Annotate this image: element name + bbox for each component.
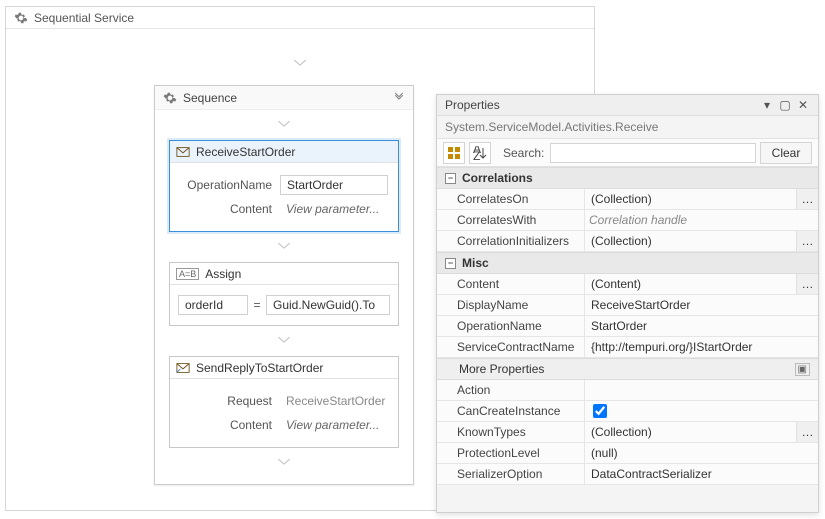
equals-label: = bbox=[248, 298, 266, 312]
ellipsis-button[interactable]: … bbox=[796, 422, 818, 442]
properties-title: Properties bbox=[445, 98, 756, 112]
drop-indicator-icon bbox=[276, 334, 292, 348]
category-more-properties[interactable]: More Properties ▣ bbox=[437, 358, 818, 380]
collapse-icon[interactable] bbox=[393, 90, 405, 105]
assign-icon: A=B bbox=[176, 268, 199, 280]
cancreateinstance-checkbox[interactable] bbox=[593, 404, 607, 418]
prop-row-correlateson: CorrelatesOn… bbox=[437, 189, 818, 210]
prop-row-protectionlevel: ProtectionLevel bbox=[437, 443, 818, 464]
prop-value-input[interactable] bbox=[589, 337, 814, 357]
assign-lhs-input[interactable]: orderId bbox=[178, 295, 248, 315]
prop-row-operationname: OperationName bbox=[437, 316, 818, 337]
prop-placeholder[interactable]: Correlation handle bbox=[589, 213, 687, 227]
sendreply-title: SendReplyToStartOrder bbox=[196, 361, 323, 375]
drop-indicator-icon bbox=[276, 240, 292, 254]
properties-toolbar: AZ Search: Clear bbox=[437, 139, 818, 167]
assign-header[interactable]: A=B Assign bbox=[170, 263, 398, 285]
prop-row-correlateswith: CorrelatesWithCorrelation handle bbox=[437, 210, 818, 231]
prop-value-input[interactable] bbox=[589, 295, 814, 315]
assign-activity[interactable]: A=B Assign orderId = Guid.NewGuid().To bbox=[169, 262, 399, 326]
assign-rhs-input[interactable]: Guid.NewGuid().To bbox=[266, 295, 390, 315]
content-label: Content bbox=[180, 202, 280, 216]
gear-icon bbox=[14, 11, 28, 25]
clear-button[interactable]: Clear bbox=[760, 142, 812, 164]
prop-row-serializeroption: SerializerOption bbox=[437, 464, 818, 485]
ellipsis-button[interactable]: … bbox=[796, 189, 818, 209]
content-label: Content bbox=[180, 418, 280, 432]
collapse-icon[interactable]: − bbox=[445, 173, 456, 184]
request-label: Request bbox=[180, 394, 280, 408]
sendreply-activity[interactable]: SendReplyToStartOrder Request ReceiveSta… bbox=[169, 356, 399, 448]
sequence-header[interactable]: Sequence bbox=[155, 86, 413, 110]
sequence-title: Sequence bbox=[183, 91, 393, 105]
drop-indicator-icon bbox=[276, 456, 292, 470]
sequence-activity[interactable]: Sequence ReceiveStartOrder Ope bbox=[154, 85, 414, 485]
prop-row-action: Action bbox=[437, 380, 818, 401]
dropdown-icon[interactable]: ▾ bbox=[760, 98, 774, 112]
receive-activity[interactable]: ReceiveStartOrder OperationName StartOrd… bbox=[169, 140, 399, 232]
sequential-service-header: Sequential Service bbox=[6, 7, 594, 29]
envelope-icon bbox=[176, 145, 190, 159]
maximize-icon[interactable]: ▢ bbox=[778, 98, 792, 112]
prop-value-input[interactable] bbox=[589, 316, 814, 336]
expand-more-icon[interactable]: ▣ bbox=[795, 363, 810, 376]
search-label: Search: bbox=[503, 146, 544, 160]
receive-header[interactable]: ReceiveStartOrder bbox=[170, 141, 398, 163]
search-input[interactable] bbox=[550, 143, 756, 163]
prop-row-content: Content… bbox=[437, 274, 818, 295]
collapse-icon[interactable]: − bbox=[445, 258, 456, 269]
prop-row-servicecontractname: ServiceContractName bbox=[437, 337, 818, 358]
close-icon[interactable]: ✕ bbox=[796, 98, 810, 112]
svg-text:Z: Z bbox=[473, 149, 480, 160]
operationname-label: OperationName bbox=[180, 178, 280, 192]
prop-value-input[interactable] bbox=[589, 189, 792, 209]
properties-panel: Properties ▾ ▢ ✕ System.ServiceModel.Act… bbox=[436, 94, 819, 513]
prop-value-input[interactable] bbox=[589, 443, 814, 463]
view-parameter-link[interactable]: View parameter... bbox=[280, 415, 388, 435]
prop-value-input[interactable] bbox=[589, 380, 814, 400]
assign-title: Assign bbox=[205, 267, 241, 281]
drop-indicator-icon bbox=[276, 118, 292, 132]
view-parameter-link[interactable]: View parameter... bbox=[280, 199, 388, 219]
prop-row-correlationinitializers: CorrelationInitializers… bbox=[437, 231, 818, 252]
ellipsis-button[interactable]: … bbox=[796, 231, 818, 251]
categorize-button[interactable] bbox=[443, 142, 465, 164]
sort-button[interactable]: AZ bbox=[469, 142, 491, 164]
category-misc[interactable]: − Misc bbox=[437, 252, 818, 274]
receive-title: ReceiveStartOrder bbox=[196, 145, 295, 159]
sendreply-header[interactable]: SendReplyToStartOrder bbox=[170, 357, 398, 379]
sequential-service-title: Sequential Service bbox=[34, 11, 134, 25]
properties-type: System.ServiceModel.Activities.Receive bbox=[437, 116, 818, 139]
prop-value-input[interactable] bbox=[589, 422, 792, 442]
request-value: ReceiveStartOrder bbox=[280, 391, 391, 411]
drop-indicator-icon bbox=[292, 57, 308, 71]
prop-value-input[interactable] bbox=[589, 464, 814, 484]
envelope-reply-icon bbox=[176, 361, 190, 375]
prop-value-input[interactable] bbox=[589, 274, 792, 294]
properties-titlebar[interactable]: Properties ▾ ▢ ✕ bbox=[437, 95, 818, 116]
operationname-input[interactable]: StartOrder bbox=[280, 175, 388, 195]
gear-icon bbox=[163, 91, 177, 105]
prop-row-cancreateinstance: CanCreateInstance bbox=[437, 401, 818, 422]
prop-row-knowntypes: KnownTypes… bbox=[437, 422, 818, 443]
prop-row-displayname: DisplayName bbox=[437, 295, 818, 316]
ellipsis-button[interactable]: … bbox=[796, 274, 818, 294]
category-correlations[interactable]: − Correlations bbox=[437, 167, 818, 189]
prop-value-input[interactable] bbox=[589, 231, 792, 251]
